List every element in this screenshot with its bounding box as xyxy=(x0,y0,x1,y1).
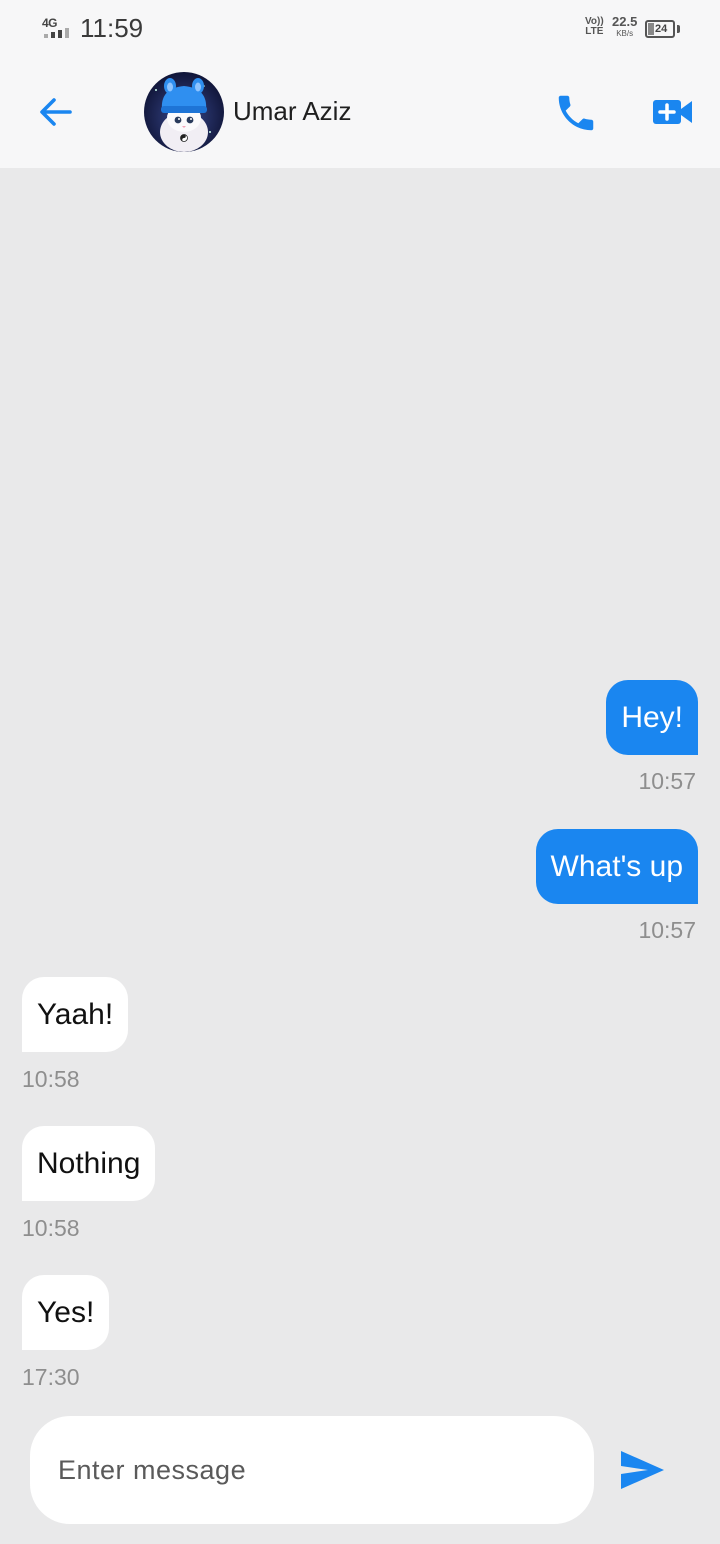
battery-fill xyxy=(648,23,654,35)
message-composer[interactable] xyxy=(30,1416,594,1524)
message-timestamp: 17:30 xyxy=(22,1364,80,1390)
message-bubble-incoming[interactable]: Yes! xyxy=(22,1275,110,1350)
signal-strength-icon xyxy=(44,28,69,38)
message-timestamp: 10:57 xyxy=(638,768,696,794)
arrow-left-icon[interactable] xyxy=(34,90,78,134)
network-speed-value: 22.5 xyxy=(612,14,638,29)
kitten-avatar-image xyxy=(144,72,224,152)
status-bar: 4G 11:59 Vo)) LTE 22.5 KB/s 24 xyxy=(0,0,720,56)
phone-icon[interactable] xyxy=(553,90,599,136)
message-input[interactable] xyxy=(58,1440,558,1500)
battery-level: 24 xyxy=(655,23,668,35)
message-bubble-incoming[interactable]: Yaah! xyxy=(22,977,129,1052)
status-time: 11:59 xyxy=(80,13,144,43)
message-bubble-incoming[interactable]: Nothing xyxy=(22,1126,156,1201)
lte-label: LTE xyxy=(585,26,604,37)
message-bubble-outgoing[interactable]: Hey! xyxy=(606,680,698,755)
message-bubble-outgoing[interactable]: What's up xyxy=(535,829,698,904)
battery-icon: 24 xyxy=(645,20,675,38)
network-speed: 22.5 KB/s xyxy=(612,14,638,39)
volte-indicator: Vo)) LTE xyxy=(585,17,604,37)
message-list[interactable]: Hey! 10:57 What's up 10:57 Yaah! 10:58 N… xyxy=(0,168,720,1408)
contact-name[interactable]: Umar Aziz xyxy=(233,96,351,127)
message-timestamp: 10:57 xyxy=(638,917,696,943)
message-timestamp: 10:58 xyxy=(22,1066,80,1092)
battery-terminal xyxy=(677,25,680,33)
network-speed-unit: KB/s xyxy=(616,29,634,38)
send-icon[interactable] xyxy=(618,1448,666,1492)
message-timestamp: 10:58 xyxy=(22,1215,80,1241)
chat-header: Umar Aziz xyxy=(0,56,720,168)
avatar[interactable] xyxy=(144,72,224,152)
video-call-icon[interactable] xyxy=(650,92,694,132)
